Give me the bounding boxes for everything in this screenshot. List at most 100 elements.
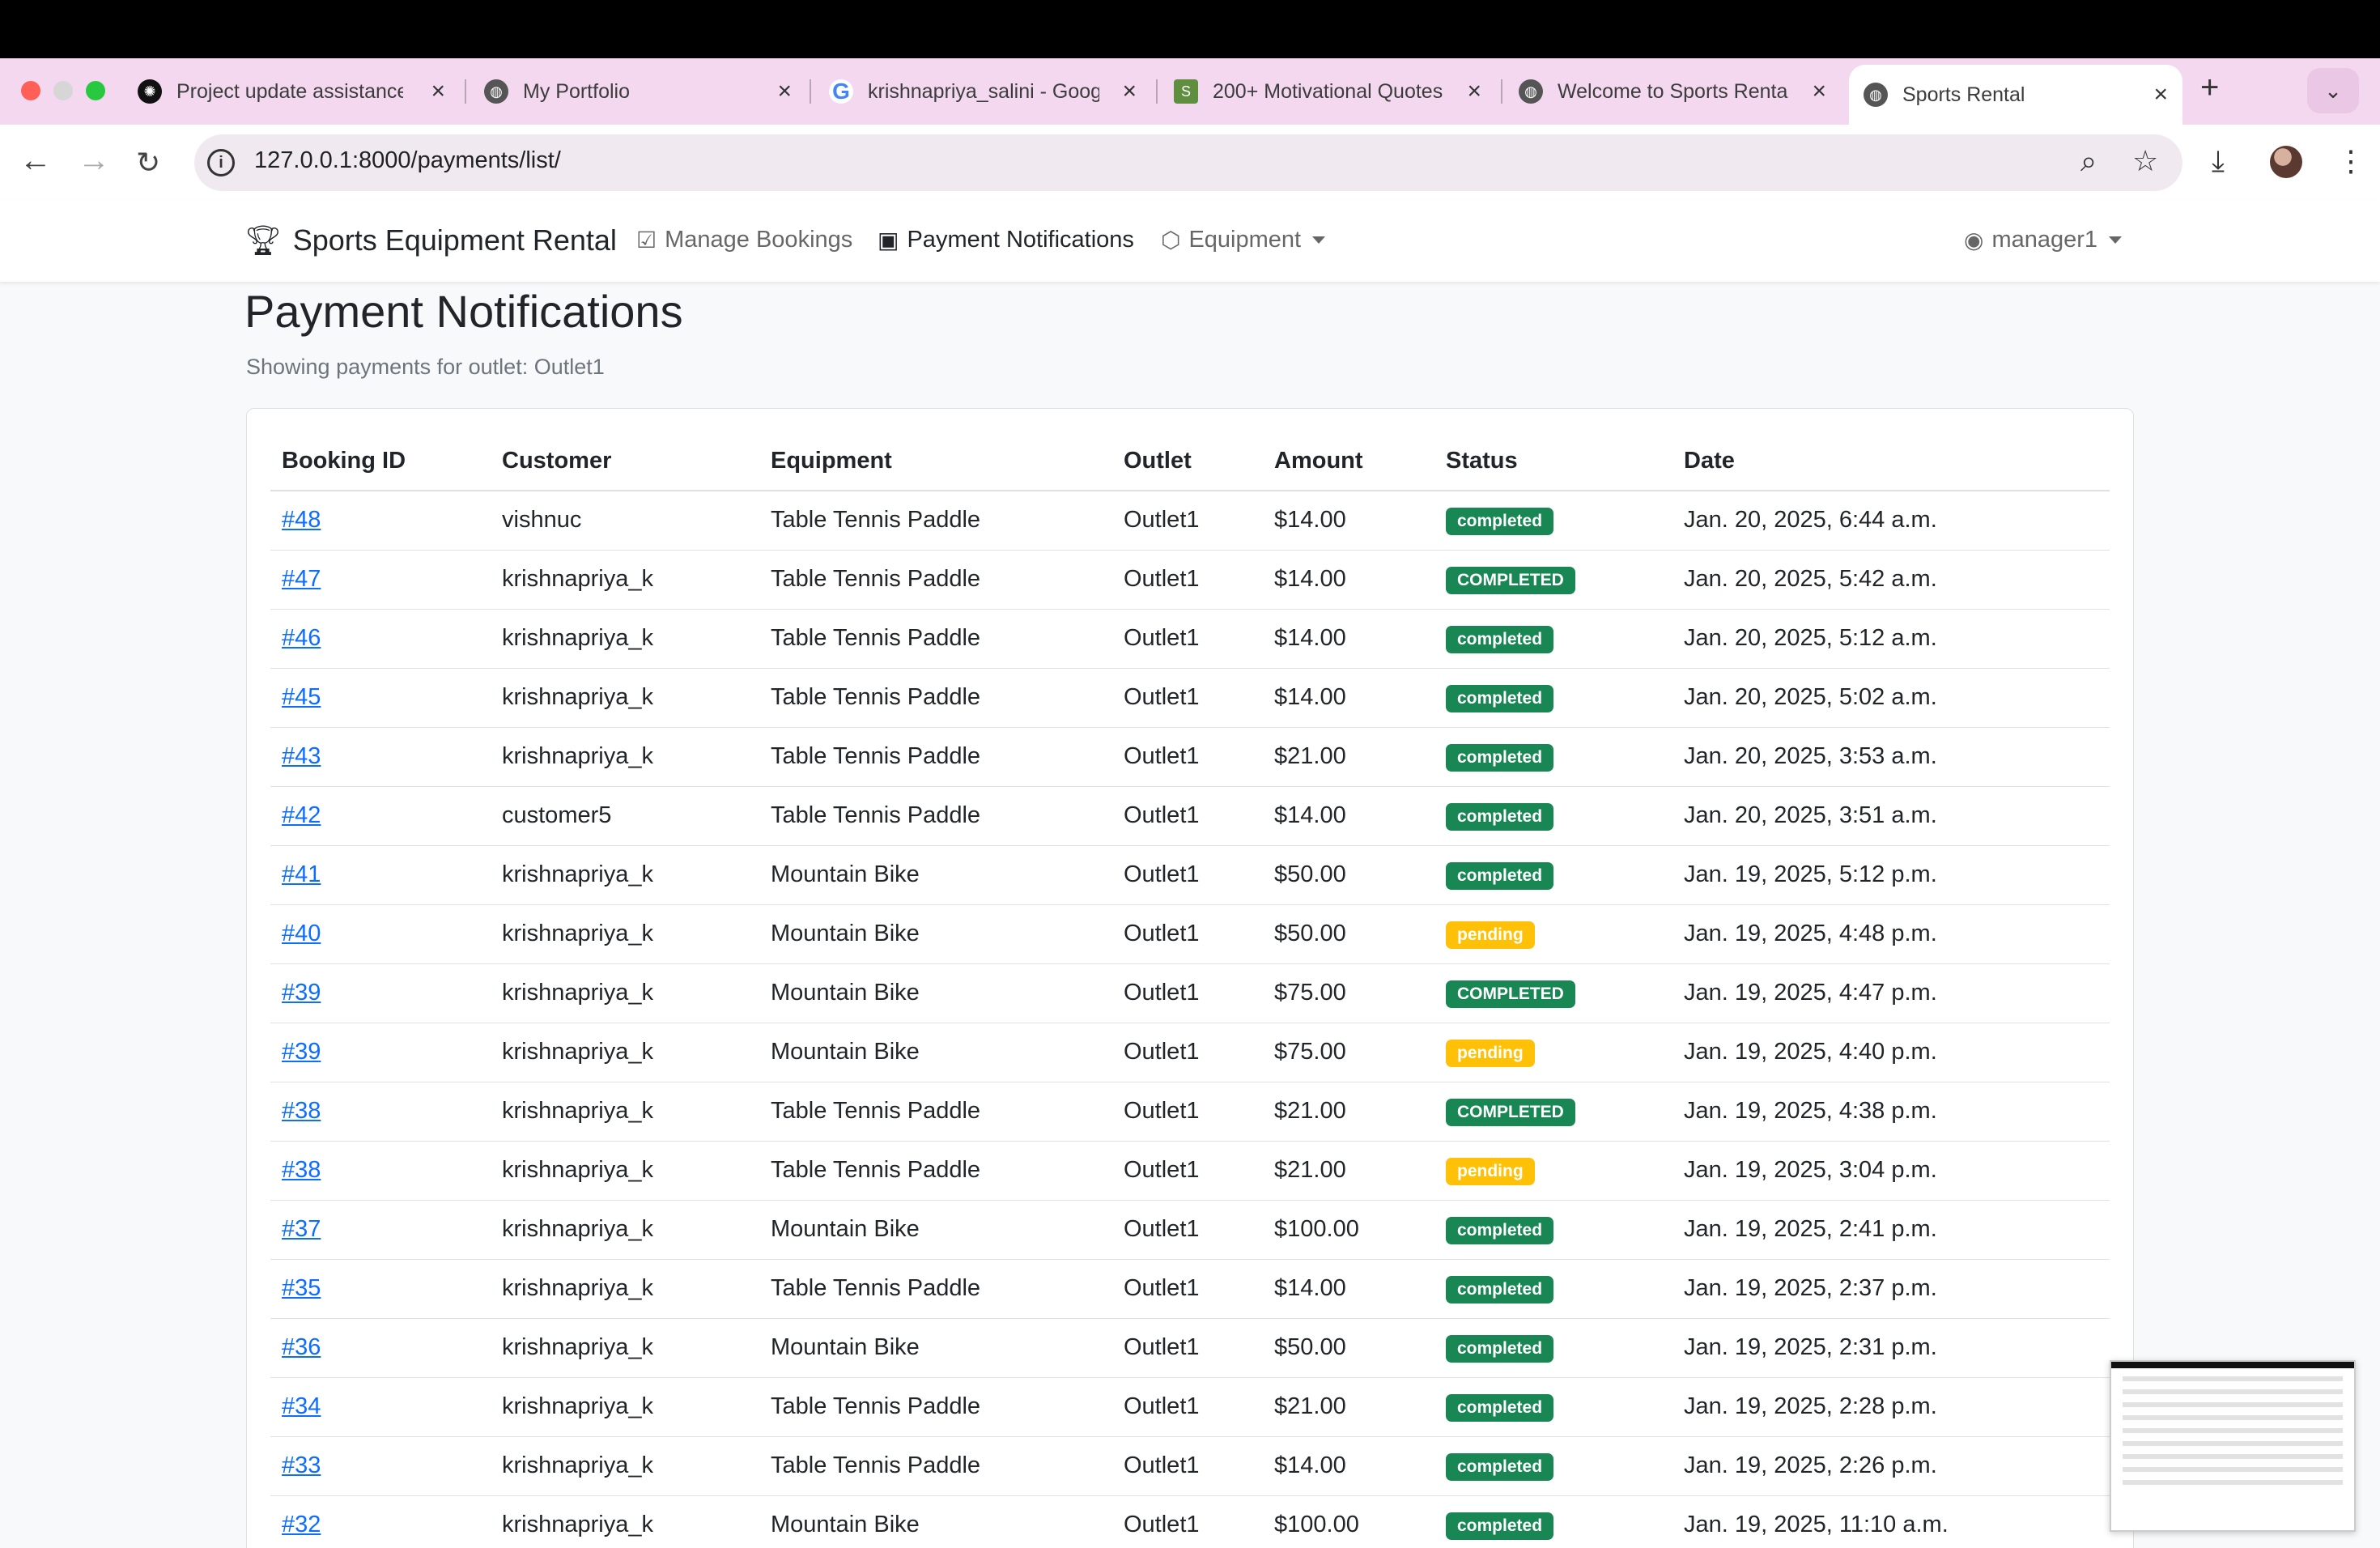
header-amount[interactable]: Amount bbox=[1263, 432, 1434, 491]
status-badge: COMPLETED bbox=[1446, 980, 1575, 1008]
amount-cell: $21.00 bbox=[1263, 1377, 1434, 1437]
booking-link[interactable]: #45 bbox=[282, 684, 321, 710]
reload-icon[interactable]: ↻ bbox=[136, 146, 160, 180]
booking-link[interactable]: #39 bbox=[282, 980, 321, 1006]
outlet-cell: Outlet1 bbox=[1112, 609, 1263, 669]
booking-id-cell: #39 bbox=[270, 1023, 491, 1082]
booking-id-cell: #38 bbox=[270, 1141, 491, 1201]
user-menu-dropdown[interactable]: ◉ manager1 bbox=[1964, 227, 2123, 253]
zoom-icon[interactable]: ⌕ bbox=[2080, 144, 2097, 179]
back-arrow-icon[interactable]: ← bbox=[19, 142, 52, 179]
bookmark-star-icon[interactable]: ☆ bbox=[2132, 144, 2158, 178]
outlet-cell: Outlet1 bbox=[1112, 1082, 1263, 1142]
close-window-button[interactable] bbox=[21, 81, 40, 100]
booking-link[interactable]: #33 bbox=[282, 1452, 321, 1478]
nav-payment-notifications[interactable]: ▣ Payment Notifications bbox=[878, 227, 1134, 253]
more-menu-icon[interactable]: ⋮ bbox=[2336, 144, 2365, 178]
status-badge: completed bbox=[1446, 684, 1554, 712]
status-badge: completed bbox=[1446, 507, 1554, 535]
profile-avatar[interactable] bbox=[2270, 146, 2302, 178]
date-cell: Jan. 19, 2025, 2:26 p.m. bbox=[1672, 1436, 2110, 1496]
nav-equipment-dropdown[interactable]: ⬡ Equipment bbox=[1161, 227, 1326, 253]
brand[interactable]: 🏆︎ Sports Equipment Rental bbox=[244, 223, 617, 257]
booking-id-cell: #45 bbox=[270, 668, 491, 728]
forward-arrow-icon[interactable]: → bbox=[78, 142, 110, 179]
booking-link[interactable]: #39 bbox=[282, 1039, 321, 1065]
booking-link[interactable]: #32 bbox=[282, 1512, 321, 1537]
equipment-cell: Mountain Bike bbox=[759, 1318, 1112, 1378]
date-cell: Jan. 19, 2025, 2:28 p.m. bbox=[1672, 1377, 2110, 1437]
header-booking-id[interactable]: Booking ID bbox=[270, 432, 491, 491]
header-status[interactable]: Status bbox=[1434, 432, 1672, 491]
browser-tab-active[interactable]: ◍ Sports Rental × bbox=[1849, 65, 2182, 125]
minimize-window-button[interactable] bbox=[53, 81, 73, 100]
status-badge: pending bbox=[1446, 1039, 1535, 1067]
status-badge: completed bbox=[1446, 1452, 1554, 1481]
booking-link[interactable]: #43 bbox=[282, 743, 321, 769]
amount-cell: $21.00 bbox=[1263, 727, 1434, 787]
page-title: Payment Notifications bbox=[244, 286, 683, 337]
equipment-cell: Table Tennis Paddle bbox=[759, 550, 1112, 610]
booking-link[interactable]: #34 bbox=[282, 1393, 321, 1419]
table-row: #46 krishnapriya_k Table Tennis Paddle Outl… bbox=[270, 609, 2110, 669]
outlet-cell: Outlet1 bbox=[1112, 904, 1263, 964]
booking-link[interactable]: #41 bbox=[282, 861, 321, 887]
equipment-cell: Table Tennis Paddle bbox=[759, 1082, 1112, 1142]
booking-link[interactable]: #42 bbox=[282, 802, 321, 828]
status-badge: completed bbox=[1446, 1334, 1554, 1363]
tab-search-button[interactable]: ⌄ bbox=[2307, 68, 2359, 113]
booking-link[interactable]: #38 bbox=[282, 1098, 321, 1124]
amount-cell: $50.00 bbox=[1263, 904, 1434, 964]
site-info-icon[interactable]: i bbox=[207, 149, 235, 176]
header-date[interactable]: Date bbox=[1672, 432, 2110, 491]
table-row: #33 krishnapriya_k Table Tennis Paddle Outl… bbox=[270, 1436, 2110, 1496]
date-cell: Jan. 19, 2025, 11:10 a.m. bbox=[1672, 1495, 2110, 1548]
outlet-cell: Outlet1 bbox=[1112, 550, 1263, 610]
table-header-row: Booking ID Customer Equipment Outlet Amo… bbox=[270, 432, 2110, 491]
booking-link[interactable]: #38 bbox=[282, 1157, 321, 1183]
tab-title: 200+ Motivational Quotes bbox=[1213, 79, 1443, 103]
booking-link[interactable]: #40 bbox=[282, 921, 321, 946]
new-tab-button[interactable]: + bbox=[2200, 70, 2219, 106]
browser-tab[interactable]: ✺ Project update assistance × bbox=[138, 68, 445, 115]
booking-link[interactable]: #36 bbox=[282, 1334, 321, 1360]
outlet-cell: Outlet1 bbox=[1112, 668, 1263, 728]
booking-link[interactable]: #37 bbox=[282, 1216, 321, 1242]
browser-tab[interactable]: S 200+ Motivational Quotes × bbox=[1174, 68, 1481, 115]
close-icon[interactable]: × bbox=[1467, 78, 1481, 105]
header-equipment[interactable]: Equipment bbox=[759, 432, 1112, 491]
maximize-window-button[interactable] bbox=[86, 81, 105, 100]
booking-id-cell: #40 bbox=[270, 904, 491, 964]
status-badge: COMPLETED bbox=[1446, 1098, 1575, 1126]
close-icon[interactable]: × bbox=[1812, 78, 1826, 105]
outlet-cell: Outlet1 bbox=[1112, 1436, 1263, 1496]
booking-id-cell: #38 bbox=[270, 1082, 491, 1142]
outlet-cell: Outlet1 bbox=[1112, 1259, 1263, 1319]
close-icon[interactable]: × bbox=[1122, 78, 1137, 105]
browser-tab[interactable]: ◍ Welcome to Sports Rental × bbox=[1519, 68, 1826, 115]
browser-tab[interactable]: ◍ My Portfolio × bbox=[484, 68, 792, 115]
header-outlet[interactable]: Outlet bbox=[1112, 432, 1263, 491]
booking-link[interactable]: #48 bbox=[282, 507, 321, 533]
date-cell: Jan. 19, 2025, 4:48 p.m. bbox=[1672, 904, 2110, 964]
browser-tab[interactable]: G krishnapriya_salini - Google Search × bbox=[829, 68, 1137, 115]
close-icon[interactable]: × bbox=[2153, 81, 2168, 108]
equipment-cell: Mountain Bike bbox=[759, 904, 1112, 964]
outlet-cell: Outlet1 bbox=[1112, 1318, 1263, 1378]
date-cell: Jan. 19, 2025, 4:38 p.m. bbox=[1672, 1082, 2110, 1142]
booking-link[interactable]: #47 bbox=[282, 566, 321, 592]
booking-link[interactable]: #35 bbox=[282, 1275, 321, 1301]
download-icon[interactable]: ⤓ bbox=[2212, 144, 2225, 179]
screenshot-thumbnail[interactable] bbox=[2110, 1360, 2356, 1532]
nav-manage-bookings[interactable]: ☑ Manage Bookings bbox=[636, 227, 852, 253]
status-badge: COMPLETED bbox=[1446, 566, 1575, 594]
payments-table: Booking ID Customer Equipment Outlet Amo… bbox=[270, 432, 2110, 1548]
status-badge: completed bbox=[1446, 625, 1554, 653]
close-icon[interactable]: × bbox=[777, 78, 792, 105]
close-icon[interactable]: × bbox=[431, 78, 445, 105]
booking-link[interactable]: #46 bbox=[282, 625, 321, 651]
url-text[interactable]: 127.0.0.1:8000/payments/list/ bbox=[254, 147, 561, 174]
equipment-cell: Table Tennis Paddle bbox=[759, 1377, 1112, 1437]
header-customer[interactable]: Customer bbox=[491, 432, 759, 491]
status-badge: completed bbox=[1446, 1512, 1554, 1540]
